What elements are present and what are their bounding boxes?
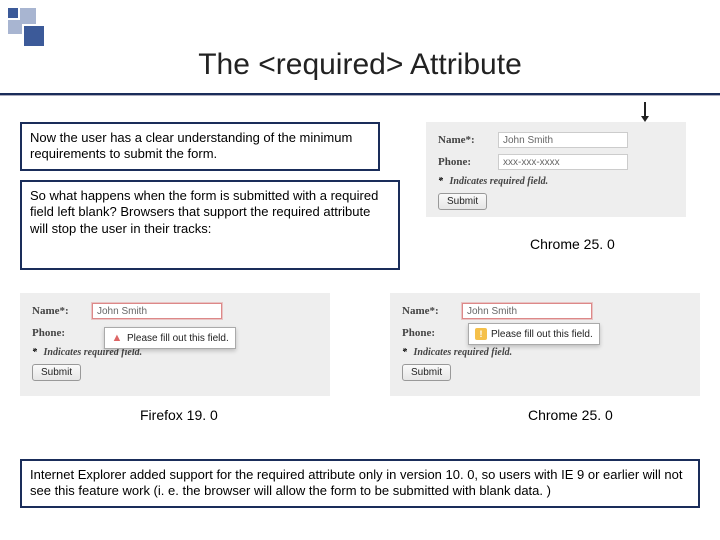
callout-understanding: Now the user has a clear understanding o… [20, 122, 380, 171]
name-label: Name*: [32, 305, 84, 317]
arrow-down-icon [644, 102, 646, 118]
callout-what-happens: So what happens when the form is submitt… [20, 180, 400, 270]
corner-decoration [8, 8, 68, 44]
asterisk: * [402, 347, 407, 358]
validation-popover-chrome: ! Please fill out this field. [468, 323, 600, 345]
warning-icon: ! [475, 328, 487, 340]
submit-button: Submit [32, 364, 81, 381]
validation-popover-firefox: ▲ Please fill out this field. [104, 327, 236, 349]
slide-title: The <required> Attribute [0, 48, 720, 82]
caption-firefox: Firefox 19. 0 [140, 407, 218, 423]
required-hint: Indicates required field. [450, 176, 549, 187]
form-screenshot-firefox: Name*: John Smith Phone: * Indicates req… [20, 293, 330, 396]
name-label: Name*: [438, 134, 490, 146]
caption-chrome-c: Chrome 25. 0 [528, 407, 613, 423]
required-hint: Indicates required field. [414, 347, 513, 358]
validation-message: Please fill out this field. [491, 329, 593, 340]
name-field: John Smith [462, 303, 592, 319]
phone-label: Phone: [438, 156, 490, 168]
asterisk: * [32, 347, 37, 358]
callout-ie-note: Internet Explorer added support for the … [20, 459, 700, 508]
form-screenshot-chrome-plain: Name*: John Smith Phone: xxx-xxx-xxxx * … [426, 122, 686, 217]
asterisk: * [438, 176, 443, 187]
name-label: Name*: [402, 305, 454, 317]
submit-button: Submit [438, 193, 487, 210]
warning-icon: ▲ [111, 332, 123, 344]
form-screenshot-chrome-msg: Name*: John Smith Phone: * Indicates req… [390, 293, 700, 396]
name-field: John Smith [498, 132, 628, 148]
phone-label: Phone: [32, 327, 84, 339]
submit-button: Submit [402, 364, 451, 381]
name-field: John Smith [92, 303, 222, 319]
validation-message: Please fill out this field. [127, 333, 229, 344]
phone-field: xxx-xxx-xxxx [498, 154, 628, 170]
phone-label: Phone: [402, 327, 454, 339]
header-rule [0, 93, 720, 96]
caption-chrome-a: Chrome 25. 0 [530, 236, 615, 252]
